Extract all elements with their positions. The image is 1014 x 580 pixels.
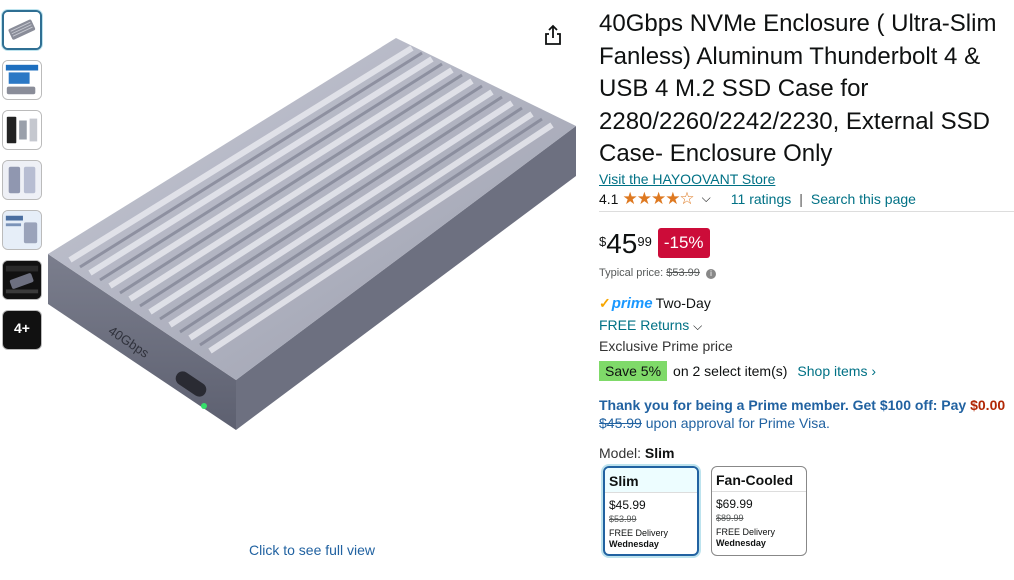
product-title: 40Gbps NVMe Enclosure ( Ultra-Slim Fanle…	[599, 10, 997, 167]
thumbnail-4[interactable]	[2, 160, 42, 200]
free-returns-label: FREE Returns	[599, 316, 690, 333]
store-link[interactable]: Visit the HAYOOVANT Store	[599, 171, 1014, 187]
option-price: $69.99	[716, 496, 753, 511]
option-delivery: FREE Delivery	[716, 526, 776, 537]
model-options: Slim $45.99 $53.99 FREE Delivery Wednesd…	[599, 465, 1014, 556]
typical-price-label: Typical price:	[599, 266, 664, 279]
price-row: $ 45 99 -15%	[599, 227, 1014, 259]
offer-old-price: $45.99	[599, 414, 642, 431]
ratings-count-link[interactable]: 11 ratings	[731, 191, 791, 207]
enclosure-screen-thumb-icon	[3, 61, 41, 99]
see-full-view-link[interactable]: Click to see full view	[249, 542, 375, 558]
model-option-slim[interactable]: Slim $45.99 $53.99 FREE Delivery Wednesd…	[603, 465, 699, 556]
search-page-link[interactable]: Search this page	[811, 191, 916, 207]
prime-delivery: ✓ prime Two-Day	[599, 295, 1014, 312]
model-selector-label: Model: Slim	[599, 445, 1014, 461]
save-badge: Save 5%	[599, 360, 668, 381]
option-price: $45.99	[609, 497, 646, 512]
ssd-enclosure-image: 40Gbps	[48, 38, 576, 430]
offer-approval-text: upon approval for Prime Visa.	[645, 414, 830, 431]
typical-price: Typical price: $53.99 i	[599, 267, 1014, 279]
thumbnail-2[interactable]	[2, 60, 42, 100]
exclusive-prime-price: Exclusive Prime price	[599, 337, 733, 354]
rating-value: 4.1	[599, 190, 619, 207]
offer-pay-amount: $0.00	[970, 396, 1006, 413]
info-icon[interactable]: i	[705, 268, 716, 279]
typical-price-value: $53.99	[666, 266, 700, 279]
thumbnail-5[interactable]	[2, 210, 42, 250]
prime-check-icon: ✓	[599, 294, 611, 311]
thumbnail-3[interactable]	[2, 110, 42, 150]
enclosure-open-thumb-icon	[3, 161, 41, 199]
promo-row: Save 5% on 2 select item(s) Shop items ›	[599, 360, 1014, 381]
prime-logo: prime	[611, 294, 653, 312]
product-details: 40Gbps NVMe Enclosure ( Ultra-Slim Fanle…	[599, 8, 1014, 556]
separator: |	[799, 190, 803, 207]
enclosure-thumb-icon	[4, 12, 40, 48]
option-name: Fan-Cooled	[712, 467, 806, 492]
main-product-image[interactable]: 40Gbps	[44, 22, 584, 502]
thumbnail-6[interactable]	[2, 260, 42, 300]
option-list-price: $89.99	[716, 512, 744, 523]
star-rating-icon[interactable]: ★★★★☆	[622, 189, 694, 209]
promo-text: on 2 select item(s)	[673, 362, 788, 379]
share-icon[interactable]	[543, 24, 563, 46]
enclosure-parts-thumb-icon	[3, 111, 41, 149]
offer-text: Thank you for being a Prime member. Get …	[599, 396, 971, 413]
enclosure-speed-thumb-icon	[3, 261, 41, 299]
chevron-down-icon[interactable]: ⌵	[702, 191, 711, 206]
price-fraction: 99	[637, 233, 652, 249]
thumbnail-strip: 4+	[2, 10, 46, 360]
price-currency: $	[599, 233, 607, 249]
more-images-icon: 4+	[14, 320, 30, 336]
rating-row: 4.1 ★★★★☆ ⌵ 11 ratings | Search this pag…	[599, 189, 1014, 212]
model-option-fan-cooled[interactable]: Fan-Cooled $69.99 $89.99 FREE Delivery W…	[711, 465, 807, 556]
enclosure-info-thumb-icon	[3, 211, 41, 249]
model-label: Model:	[599, 444, 642, 461]
shop-items-link[interactable]: Shop items ›	[797, 363, 876, 379]
offer-approval: $45.99 upon approval for Prime Visa.	[599, 415, 1014, 431]
option-list-price: $53.99	[609, 513, 637, 524]
option-delivery: FREE Delivery	[609, 527, 669, 538]
option-delivery-day: Wednesday	[609, 538, 659, 549]
chevron-down-icon: ⌵	[693, 318, 703, 333]
free-returns-link[interactable]: FREE Returns ⌵	[599, 317, 1014, 334]
model-selected: Slim	[644, 444, 675, 461]
option-name: Slim	[605, 467, 697, 493]
discount-badge: -15%	[657, 227, 710, 258]
thumbnail-more[interactable]: 4+	[2, 310, 42, 350]
price-whole: 45	[606, 227, 638, 259]
thumbnail-1[interactable]	[2, 10, 42, 50]
prime-delivery-text: Two-Day	[655, 295, 711, 311]
option-delivery-day: Wednesday	[716, 537, 766, 548]
prime-visa-offer[interactable]: Thank you for being a Prime member. Get …	[599, 397, 1014, 413]
